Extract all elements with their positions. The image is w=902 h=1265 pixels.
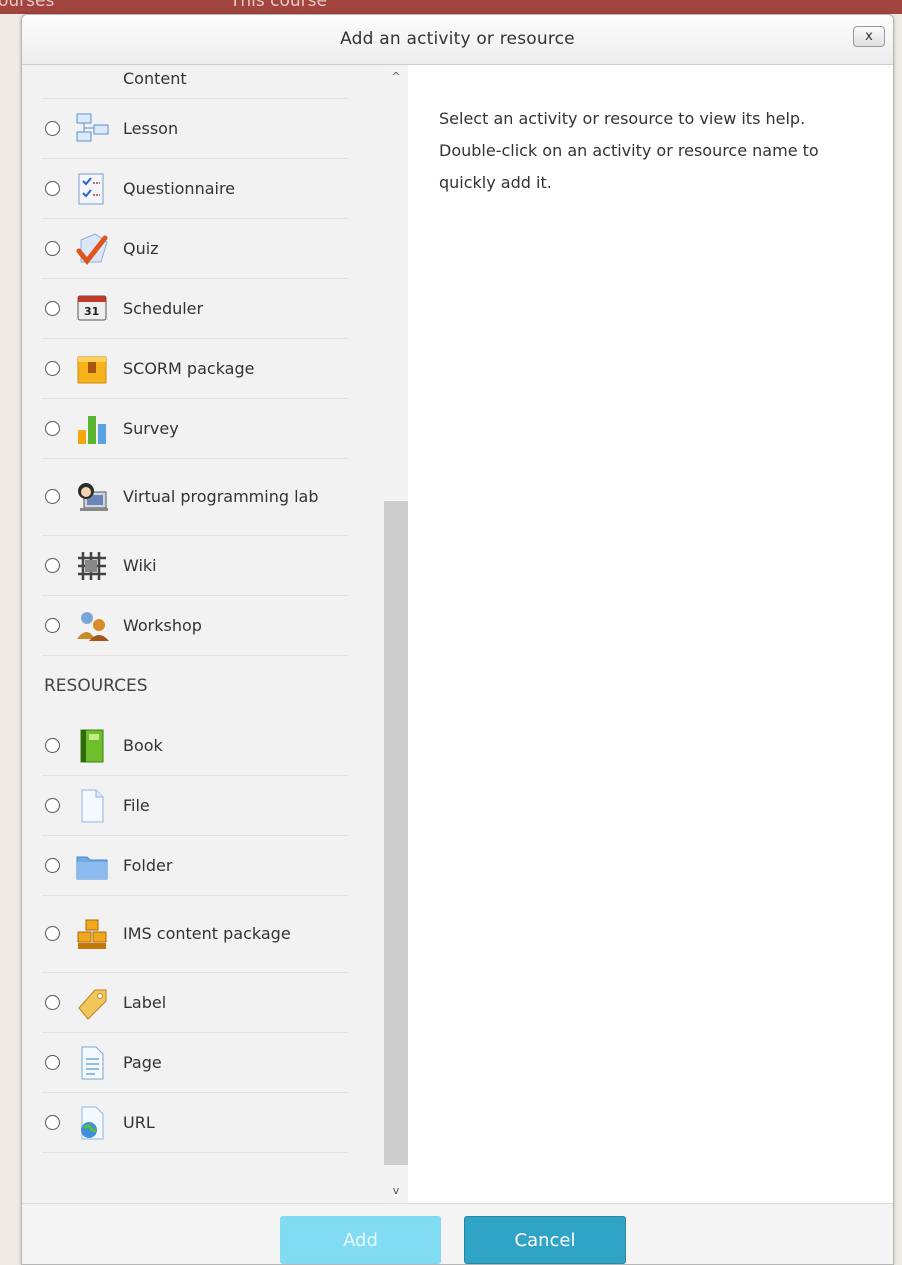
- lesson-icon: [76, 113, 109, 141]
- wiki-icon: [78, 551, 106, 580]
- option-h5p-content[interactable]: H-P Content: [42, 65, 348, 99]
- option-virtual-programming-lab[interactable]: Virtual programming lab: [42, 459, 348, 536]
- scheduler-icon: 31: [77, 295, 107, 320]
- option-radio[interactable]: [45, 926, 60, 941]
- option-url[interactable]: URL: [42, 1093, 348, 1153]
- file-icon: [81, 789, 104, 822]
- folder-icon: [76, 856, 108, 879]
- option-label: Content: [123, 69, 187, 88]
- questionnaire-icon: [78, 173, 104, 204]
- options-list: H-P Content Lesson: [22, 65, 384, 1203]
- option-label: Survey: [123, 418, 179, 438]
- h5p-icon: H-P: [75, 65, 109, 79]
- dialog-footer: Add Cancel: [22, 1203, 893, 1264]
- option-scheduler[interactable]: 31 Scheduler: [42, 279, 348, 339]
- option-radio[interactable]: [45, 797, 60, 813]
- chooser-dialog: Add an activity or resource x H-P Conten…: [21, 14, 894, 1265]
- option-label: Lesson: [123, 118, 179, 138]
- navbar-this-course-link[interactable]: This course: [230, 0, 327, 11]
- option-wiki[interactable]: Wiki: [42, 536, 348, 596]
- options-scrollbar[interactable]: ^ v: [384, 65, 408, 1203]
- option-folder[interactable]: Folder: [42, 836, 348, 896]
- url-icon: [81, 1106, 104, 1139]
- option-label: Wiki: [123, 555, 157, 575]
- option-label: Workshop: [123, 615, 202, 635]
- close-button[interactable]: x: [853, 26, 885, 47]
- help-pane: Select an activity or resource to view i…: [409, 65, 893, 1203]
- help-text: Select an activity or resource to view i…: [439, 109, 819, 192]
- page-icon: [81, 1046, 104, 1079]
- option-lesson[interactable]: Lesson: [42, 99, 348, 159]
- option-radio[interactable]: [45, 1054, 60, 1070]
- option-label: Page: [123, 1052, 162, 1072]
- vpl-icon: [78, 483, 108, 511]
- option-ims-content-package[interactable]: IMS content package: [42, 896, 348, 973]
- option-radio[interactable]: [45, 120, 60, 136]
- option-label: Virtual programming lab: [123, 487, 319, 506]
- scroll-up-icon[interactable]: ^: [384, 67, 408, 87]
- dialog-title: Add an activity or resource: [340, 29, 575, 49]
- scorm-icon: [77, 356, 107, 383]
- option-quiz[interactable]: Quiz: [42, 219, 348, 279]
- dialog-header: Add an activity or resource x: [22, 15, 893, 65]
- option-scorm-package[interactable]: SCORM package: [42, 339, 348, 399]
- option-page[interactable]: Page: [42, 1033, 348, 1093]
- background-navbar: ourses This course: [0, 0, 902, 14]
- option-radio[interactable]: [45, 420, 60, 436]
- option-radio[interactable]: [45, 994, 60, 1010]
- option-label: File: [123, 795, 150, 815]
- option-radio[interactable]: [45, 617, 60, 633]
- option-radio[interactable]: [45, 180, 60, 196]
- option-workshop[interactable]: Workshop: [42, 596, 348, 656]
- option-label-resource[interactable]: Label: [42, 973, 348, 1033]
- option-label: Label: [123, 992, 167, 1012]
- ims-package-icon: [77, 919, 107, 949]
- option-label: Questionnaire: [123, 178, 236, 198]
- scrollbar-thumb[interactable]: [384, 501, 408, 1165]
- scroll-down-icon[interactable]: v: [384, 1181, 408, 1201]
- close-icon: x: [865, 29, 873, 44]
- option-radio[interactable]: [45, 557, 60, 573]
- option-radio[interactable]: [45, 489, 60, 504]
- svg-text:31: 31: [84, 305, 99, 318]
- option-label: SCORM package: [123, 358, 255, 378]
- option-label: IMS content package: [123, 924, 291, 943]
- option-radio[interactable]: [45, 360, 60, 376]
- quiz-icon: [76, 232, 108, 265]
- option-label: URL: [123, 1112, 155, 1132]
- navbar-courses-link[interactable]: ourses: [0, 0, 54, 11]
- option-label: Scheduler: [123, 298, 204, 318]
- workshop-icon: [77, 611, 109, 641]
- label-icon: [78, 989, 107, 1020]
- option-radio[interactable]: [45, 240, 60, 256]
- cancel-button[interactable]: Cancel: [464, 1216, 626, 1264]
- option-radio[interactable]: [45, 300, 60, 316]
- add-button[interactable]: Add: [280, 1216, 441, 1264]
- option-radio[interactable]: [45, 1114, 60, 1130]
- option-questionnaire[interactable]: Questionnaire: [42, 159, 348, 219]
- option-radio[interactable]: [45, 857, 60, 873]
- survey-icon: [78, 415, 106, 444]
- option-radio[interactable]: [45, 737, 60, 753]
- option-label: Folder: [123, 855, 173, 875]
- option-label: Book: [123, 735, 163, 755]
- option-book[interactable]: Book: [42, 716, 348, 776]
- resources-heading: RESOURCES: [44, 676, 148, 696]
- option-file[interactable]: File: [42, 776, 348, 836]
- book-icon: [80, 729, 104, 762]
- option-survey[interactable]: Survey: [42, 399, 348, 459]
- option-label: Quiz: [123, 238, 159, 258]
